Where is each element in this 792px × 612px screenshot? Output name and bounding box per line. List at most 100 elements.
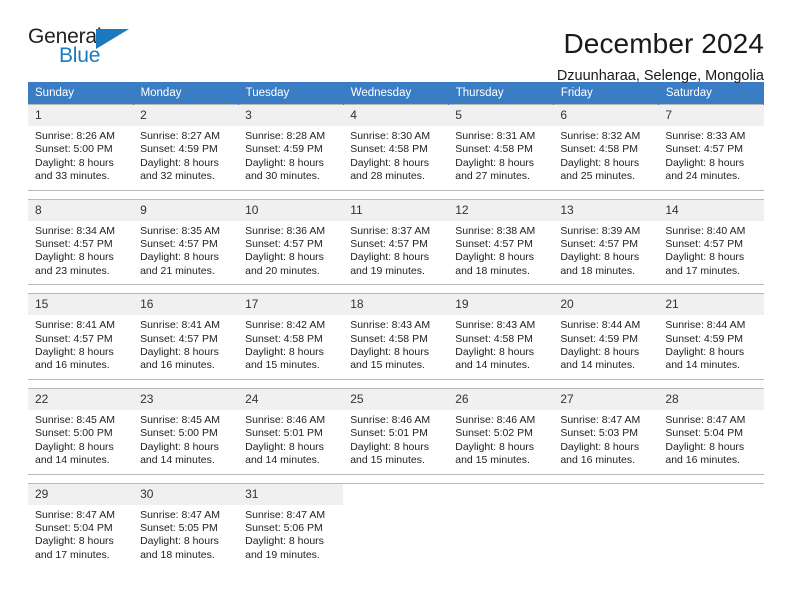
sunrise-text: Sunrise: 8:42 AM — [245, 319, 326, 332]
daylight-text-line2: and 16 minutes. — [35, 359, 110, 372]
day-number: 9 — [133, 199, 239, 221]
sunset-text: Sunset: 4:59 PM — [665, 332, 744, 345]
calendar-day-cell[interactable]: 16 Sunrise: 8:41 AM Sunset: 4:57 PM Dayligh… — [133, 293, 239, 380]
calendar-day-cell[interactable]: 18 Sunrise: 8:43 AM Sunset: 4:58 PM Dayligh… — [343, 293, 449, 380]
calendar-day-cell[interactable]: 31 Sunrise: 8:47 AM Sunset: 5:06 PM Dayligh… — [238, 482, 344, 569]
day-number: 24 — [238, 388, 344, 410]
calendar-day-cell[interactable]: 2 Sunrise: 8:27 AM Sunset: 4:59 PM Daylight… — [133, 104, 239, 191]
sunrise-text: Sunrise: 8:46 AM — [455, 413, 536, 426]
day-cell-inner: 1 Sunrise: 8:26 AM Sunset: 5:00 PM Daylight… — [28, 105, 134, 190]
day-sun-info: Sunrise: 8:46 AM Sunset: 5:01 PM Daylight:… — [343, 410, 448, 474]
week-separator-cell — [28, 189, 764, 200]
day-cell-inner: 26 Sunrise: 8:46 AM Sunset: 5:02 PM Dayligh… — [448, 388, 554, 474]
sunset-text: Sunset: 4:57 PM — [140, 238, 218, 251]
calendar-day-cell[interactable]: 9 Sunrise: 8:35 AM Sunset: 4:57 PM Daylight… — [133, 198, 239, 285]
day-number: 13 — [553, 199, 659, 221]
day-number: 6 — [553, 105, 659, 126]
calendar-day-cell[interactable]: 25 Sunrise: 8:46 AM Sunset: 5:01 PM Dayligh… — [343, 387, 449, 474]
calendar-day-cell[interactable]: 3 Sunrise: 8:28 AM Sunset: 4:59 PM Daylight… — [238, 104, 344, 191]
week-separator — [28, 189, 764, 200]
calendar-day-cell[interactable]: 6 Sunrise: 8:32 AM Sunset: 4:58 PM Daylight… — [553, 104, 659, 191]
calendar-day-cell[interactable]: 19 Sunrise: 8:43 AM Sunset: 4:58 PM Dayligh… — [448, 293, 554, 380]
sunrise-text: Sunrise: 8:47 AM — [35, 508, 115, 521]
calendar-day-cell[interactable]: 22 Sunrise: 8:45 AM Sunset: 5:00 PM Dayligh… — [28, 387, 134, 474]
day-sun-info: Sunrise: 8:43 AM Sunset: 4:58 PM Daylight:… — [448, 315, 553, 379]
calendar-day-cell[interactable]: 23 Sunrise: 8:45 AM Sunset: 5:00 PM Dayligh… — [133, 387, 239, 474]
day-number: 30 — [133, 483, 239, 505]
week-separator — [28, 284, 764, 294]
calendar-day-cell-empty — [448, 482, 554, 569]
sunrise-text: Sunrise: 8:44 AM — [665, 319, 746, 332]
daylight-text-line2: and 14 minutes. — [560, 359, 636, 372]
daylight-text-line1: Daylight: 8 hours — [455, 346, 535, 359]
day-sun-info: Sunrise: 8:47 AM Sunset: 5:06 PM Daylight:… — [238, 505, 343, 569]
sunrise-text: Sunrise: 8:43 AM — [455, 319, 536, 332]
day-sun-info: Sunrise: 8:44 AM Sunset: 4:59 PM Daylight:… — [658, 315, 763, 379]
calendar-day-cell[interactable]: 13 Sunrise: 8:39 AM Sunset: 4:57 PM Dayligh… — [553, 198, 659, 285]
sunset-text: Sunset: 4:57 PM — [245, 238, 323, 251]
sunset-text: Sunset: 5:00 PM — [140, 427, 218, 440]
calendar-day-cell[interactable]: 24 Sunrise: 8:46 AM Sunset: 5:01 PM Dayligh… — [238, 387, 344, 474]
calendar-day-cell[interactable]: 14 Sunrise: 8:40 AM Sunset: 4:57 PM Dayligh… — [658, 198, 764, 285]
daylight-text-line1: Daylight: 8 hours — [665, 251, 745, 264]
daylight-text-line2: and 14 minutes. — [245, 454, 320, 467]
daylight-text-line1: Daylight: 8 hours — [350, 156, 429, 169]
sunrise-text: Sunrise: 8:44 AM — [560, 319, 641, 332]
day-sun-info: Sunrise: 8:34 AM Sunset: 4:57 PM Daylight:… — [28, 221, 133, 285]
calendar-day-cell[interactable]: 5 Sunrise: 8:31 AM Sunset: 4:58 PM Daylight… — [448, 104, 554, 191]
day-number: 5 — [448, 105, 554, 126]
day-sun-info: Sunrise: 8:39 AM Sunset: 4:57 PM Daylight:… — [553, 221, 658, 285]
calendar-day-cell[interactable]: 30 Sunrise: 8:47 AM Sunset: 5:05 PM Dayligh… — [133, 482, 239, 569]
calendar-day-cell[interactable]: 15 Sunrise: 8:41 AM Sunset: 4:57 PM Dayligh… — [28, 293, 134, 380]
day-number: 3 — [238, 105, 344, 126]
daylight-text-line2: and 14 minutes. — [140, 454, 215, 467]
day-cell-inner: 18 Sunrise: 8:43 AM Sunset: 4:58 PM Dayligh… — [343, 294, 449, 379]
daylight-text-line2: and 18 minutes. — [560, 264, 636, 277]
calendar-day-cell[interactable]: 11 Sunrise: 8:37 AM Sunset: 4:57 PM Dayligh… — [343, 198, 449, 285]
triangle-icon — [96, 29, 129, 49]
calendar-day-cell[interactable]: 21 Sunrise: 8:44 AM Sunset: 4:59 PM Dayligh… — [658, 293, 764, 380]
calendar-grid: Sunday Monday Tuesday Wednesday Thursday… — [28, 82, 765, 569]
general-blue-logo[interactable]: General Blue — [28, 26, 140, 72]
sunrise-text: Sunrise: 8:26 AM — [35, 130, 115, 142]
calendar-day-cell[interactable]: 12 Sunrise: 8:38 AM Sunset: 4:57 PM Dayligh… — [448, 198, 554, 285]
calendar-day-cell[interactable]: 8 Sunrise: 8:34 AM Sunset: 4:57 PM Daylight… — [28, 198, 134, 285]
calendar-day-cell[interactable]: 10 Sunrise: 8:36 AM Sunset: 4:57 PM Dayligh… — [238, 198, 344, 285]
day-sun-info — [553, 505, 658, 515]
calendar-day-cell[interactable]: 28 Sunrise: 8:47 AM Sunset: 5:04 PM Dayligh… — [658, 387, 764, 474]
day-sun-info: Sunrise: 8:33 AM Sunset: 4:57 PM Daylight:… — [658, 126, 763, 190]
day-number: 23 — [133, 388, 239, 410]
calendar-day-cell[interactable]: 4 Sunrise: 8:30 AM Sunset: 4:58 PM Daylight… — [343, 104, 449, 191]
day-sun-info: Sunrise: 8:32 AM Sunset: 4:58 PM Daylight:… — [553, 126, 658, 190]
day-number: 25 — [343, 388, 449, 410]
day-number: 12 — [448, 199, 554, 221]
sunrise-text: Sunrise: 8:27 AM — [140, 130, 221, 142]
daylight-text-line1: Daylight: 8 hours — [245, 251, 324, 264]
title-block: December 2024 Dzuunharaa, Selenge, Mongo… — [557, 26, 764, 86]
daylight-text-line2: and 16 minutes. — [665, 454, 741, 467]
day-sun-info: Sunrise: 8:47 AM Sunset: 5:04 PM Daylight:… — [658, 410, 763, 474]
day-cell-inner: 24 Sunrise: 8:46 AM Sunset: 5:01 PM Dayligh… — [238, 388, 344, 474]
calendar-day-cell[interactable]: 1 Sunrise: 8:26 AM Sunset: 5:00 PM Daylight… — [28, 104, 134, 191]
calendar-day-cell[interactable]: 27 Sunrise: 8:47 AM Sunset: 5:03 PM Dayligh… — [553, 387, 659, 474]
calendar-week-row: 29 Sunrise: 8:47 AM Sunset: 5:04 PM Dayligh… — [28, 482, 764, 569]
calendar-day-cell[interactable]: 17 Sunrise: 8:42 AM Sunset: 4:58 PM Dayligh… — [238, 293, 344, 380]
calendar-day-cell[interactable]: 20 Sunrise: 8:44 AM Sunset: 4:59 PM Dayligh… — [553, 293, 659, 380]
day-number: 4 — [343, 105, 449, 126]
day-sun-info: Sunrise: 8:36 AM Sunset: 4:57 PM Daylight:… — [238, 221, 343, 285]
daylight-text-line1: Daylight: 8 hours — [560, 156, 640, 169]
calendar-day-cell[interactable]: 7 Sunrise: 8:33 AM Sunset: 4:57 PM Daylight… — [658, 104, 764, 191]
day-sun-info: Sunrise: 8:45 AM Sunset: 5:00 PM Daylight:… — [28, 410, 133, 474]
day-number: 16 — [133, 294, 239, 316]
day-cell-inner: 12 Sunrise: 8:38 AM Sunset: 4:57 PM Dayligh… — [448, 199, 554, 285]
calendar-day-cell[interactable]: 26 Sunrise: 8:46 AM Sunset: 5:02 PM Dayligh… — [448, 387, 554, 474]
day-cell-inner: 22 Sunrise: 8:45 AM Sunset: 5:00 PM Dayligh… — [28, 388, 134, 474]
calendar-day-cell[interactable]: 29 Sunrise: 8:47 AM Sunset: 5:04 PM Dayligh… — [28, 482, 134, 569]
daylight-text-line1: Daylight: 8 hours — [140, 440, 219, 453]
day-sun-info: Sunrise: 8:44 AM Sunset: 4:59 PM Daylight:… — [553, 315, 658, 379]
day-cell-inner — [343, 483, 449, 564]
day-cell-inner: 19 Sunrise: 8:43 AM Sunset: 4:58 PM Dayligh… — [448, 294, 554, 379]
calendar-body: 1 Sunrise: 8:26 AM Sunset: 5:00 PM Daylight… — [28, 104, 764, 569]
calendar-day-cell-empty — [343, 482, 449, 569]
day-cell-inner: 7 Sunrise: 8:33 AM Sunset: 4:57 PM Daylight… — [658, 105, 764, 190]
